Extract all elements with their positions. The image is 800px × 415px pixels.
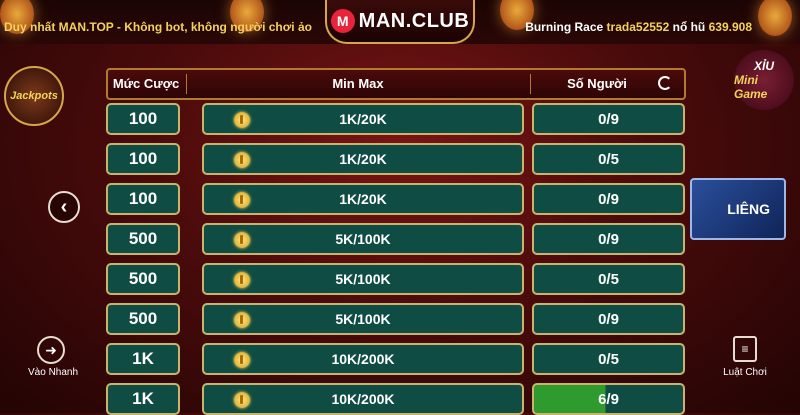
refresh-icon[interactable] (658, 76, 672, 90)
chevron-left-icon: ‹ (60, 195, 68, 218)
min-max-cell: 10K/200K (202, 343, 524, 375)
lieng-game-card[interactable]: LIÊNG (690, 178, 786, 240)
player-count: 6/9 (532, 383, 685, 415)
player-count: 0/5 (532, 143, 685, 175)
logo-text: MAN.CLUB (358, 9, 470, 32)
mini-game-label: Mini Game (734, 73, 768, 101)
bet-amount: 100 (106, 183, 180, 215)
player-count: 0/9 (532, 103, 685, 135)
jackpots-label: Jackpots (10, 90, 58, 102)
app-logo: M MAN.CLUB (325, 0, 475, 44)
min-max-cell: 5K/100K (202, 303, 524, 335)
table-row[interactable]: 500 5K/100K 0/5 (106, 263, 686, 295)
min-max-cell: 5K/100K (202, 263, 524, 295)
min-max-cell: 1K/20K (202, 183, 524, 215)
min-max-text: 1K/20K (339, 191, 387, 207)
rules-label: Luật Chơi (723, 367, 767, 378)
header-divider (186, 74, 187, 94)
bet-amount: 500 (106, 263, 180, 295)
notice-text: Duy nhất MAN.TOP - Không bot, không ngườ… (4, 20, 312, 34)
player-count: 0/5 (532, 343, 685, 375)
min-max-text: 1K/20K (339, 111, 387, 127)
min-max-text: 5K/100K (335, 271, 391, 287)
table-row[interactable]: 500 5K/100K 0/9 (106, 223, 686, 255)
min-max-text: 10K/200K (331, 391, 395, 407)
table-row[interactable]: 1K 10K/200K 6/9 (106, 383, 686, 415)
bet-amount: 500 (106, 303, 180, 335)
player-count: 0/9 (532, 223, 685, 255)
bet-amount: 100 (106, 103, 180, 135)
min-max-cell: 10K/200K (202, 383, 524, 415)
min-max-cell: 1K/20K (202, 143, 524, 175)
table-row[interactable]: 1K 10K/200K 0/5 (106, 343, 686, 375)
enter-arrow-icon: ➜ (37, 336, 65, 364)
table-row[interactable]: 100 1K/20K 0/9 (106, 103, 686, 135)
table-header: Mức Cược Min Max Số Người (106, 68, 686, 100)
jackpots-button[interactable]: Jackpots (4, 66, 64, 126)
header-bet: Mức Cược (112, 76, 180, 91)
bet-amount: 1K (106, 383, 180, 415)
header-players: Số Người (567, 76, 627, 91)
burning-race-label: Burning Race (525, 20, 604, 34)
jackpot-amount: 639.908 (708, 20, 752, 34)
quick-join-button[interactable]: ➜ Vào Nhanh (28, 336, 79, 378)
player-count: 0/5 (532, 263, 685, 295)
burning-race-ticker: Burning Race trada52552 nổ hũ 639.908 (525, 20, 752, 34)
header-divider (530, 74, 531, 94)
min-max-text: 1K/20K (339, 151, 387, 167)
back-button[interactable]: ‹ (48, 191, 80, 223)
min-max-text: 5K/100K (335, 311, 391, 327)
header-range: Min Max (332, 76, 384, 91)
quick-join-label: Vào Nhanh (28, 367, 79, 378)
min-max-cell: 5K/100K (202, 223, 524, 255)
bet-amount: 500 (106, 223, 180, 255)
jackpot-label: nổ hũ (672, 20, 706, 34)
table-row[interactable]: 100 1K/20K 0/5 (106, 143, 686, 175)
player-count: 0/9 (532, 303, 685, 335)
scroll-icon: ≡ (733, 336, 757, 362)
logo-mark-icon: M (330, 9, 355, 33)
winner-username: trada52552 (606, 20, 670, 34)
min-max-text: 5K/100K (335, 231, 391, 247)
mini-game-button[interactable]: XỈU Mini Game (734, 50, 794, 110)
mini-game-top-label: XỈU (753, 59, 774, 73)
min-max-cell: 1K/20K (202, 103, 524, 135)
bet-amount: 100 (106, 143, 180, 175)
player-count: 0/9 (532, 183, 685, 215)
table-row[interactable]: 100 1K/20K 0/9 (106, 183, 686, 215)
min-max-text: 10K/200K (331, 351, 395, 367)
rules-button[interactable]: ≡ Luật Chơi (720, 336, 770, 378)
lieng-label: LIÊNG (727, 201, 770, 217)
bet-amount: 1K (106, 343, 180, 375)
table-row[interactable]: 500 5K/100K 0/9 (106, 303, 686, 335)
